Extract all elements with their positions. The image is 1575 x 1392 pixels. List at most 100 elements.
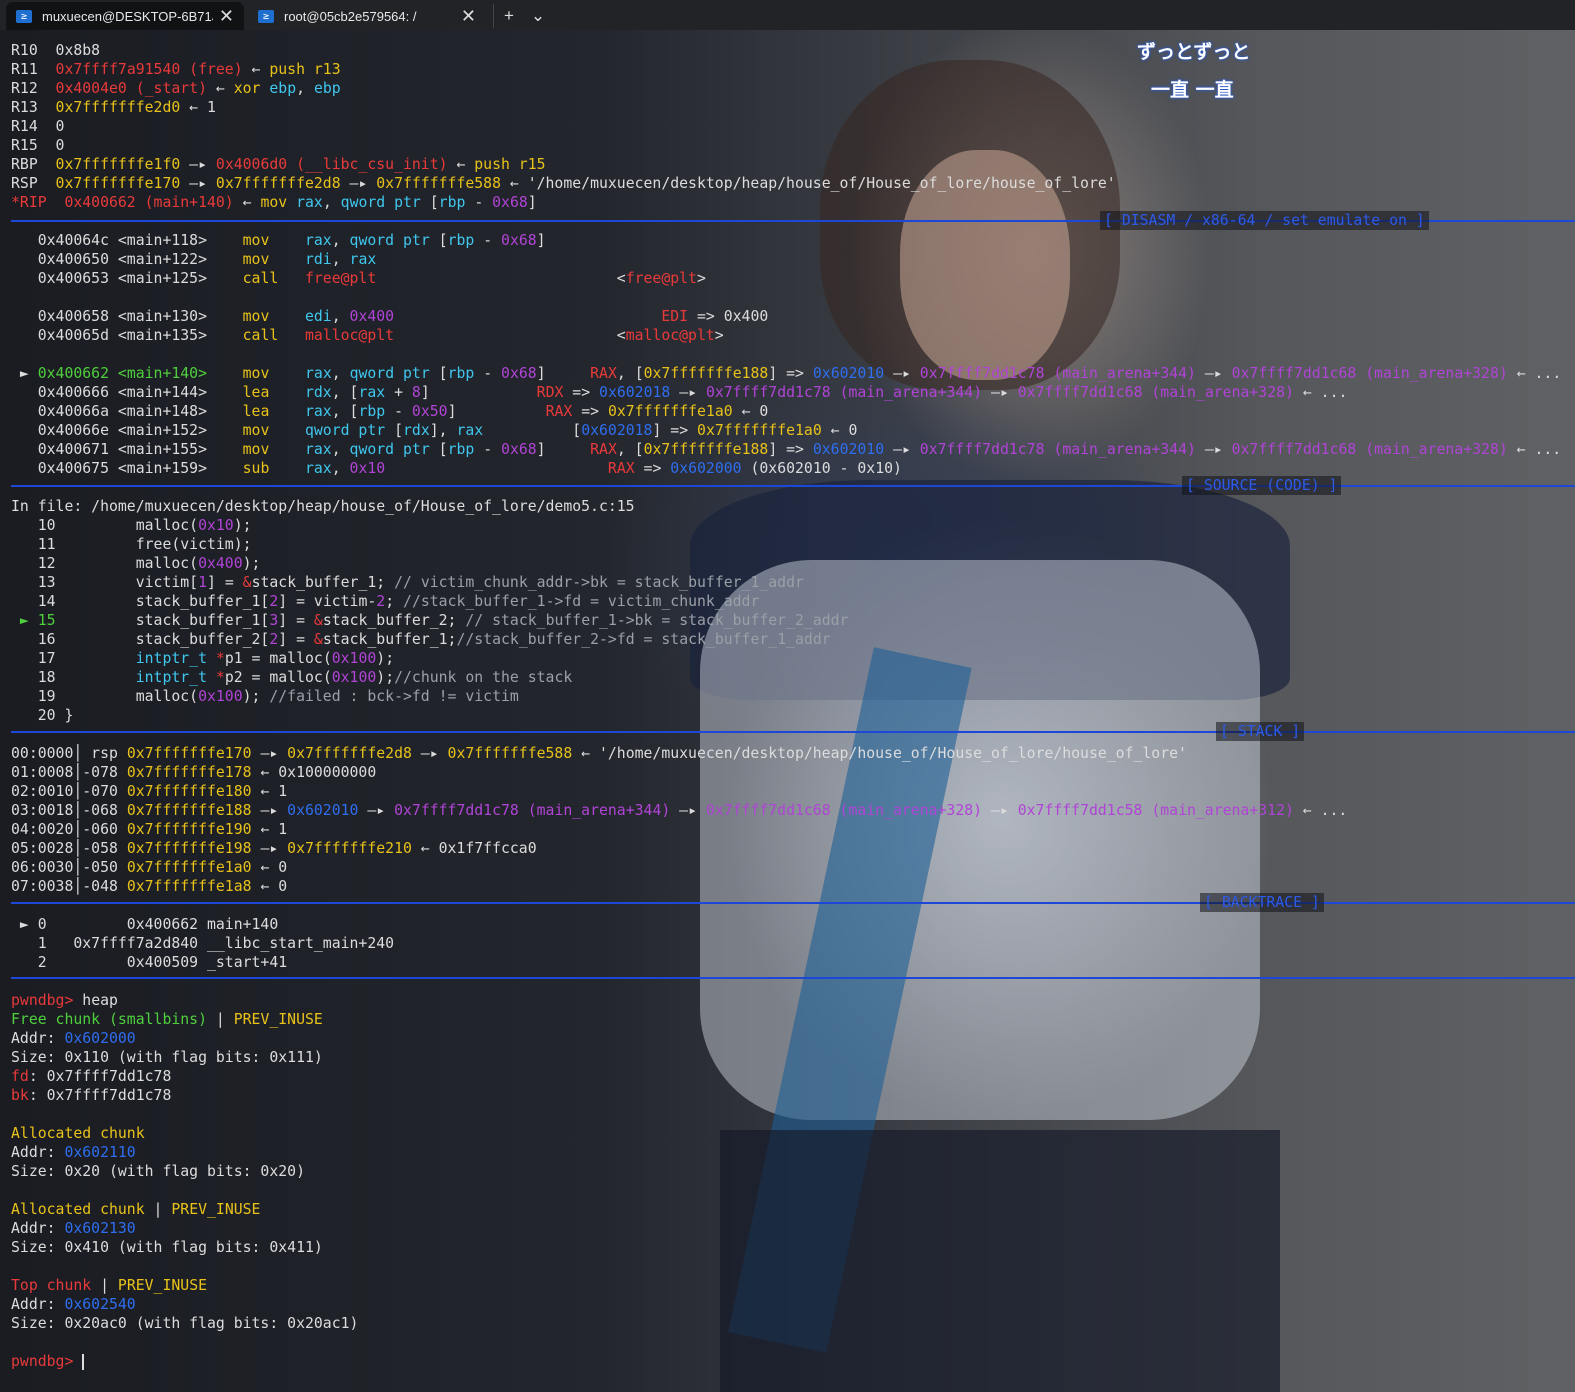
line-segment: 0x7fffffffe188 (643, 441, 769, 458)
terminal-line: 02:0010│-070 0x7fffffffe180 ← 1 (11, 782, 1561, 801)
line-segment: qword ptr (349, 232, 439, 249)
line-segment: rax (304, 403, 332, 420)
line-segment: [ (429, 194, 439, 211)
line-segment (394, 308, 661, 325)
line-segment: 0x50 (411, 403, 448, 420)
line-segment: ← 0x100000000 (251, 764, 377, 781)
terminal-line: Allocated chunk | PREV_INUSE (11, 1200, 1561, 1219)
line-segment: 02:0010│-070 (11, 783, 127, 800)
line-segment: 05:0028│-058 (11, 840, 127, 857)
line-segment: rbp (447, 441, 475, 458)
line-segment: ← ... (1293, 384, 1348, 401)
line-segment: 0x40065d <main+135> (11, 327, 243, 344)
terminal-line: 06:0030│-050 0x7fffffffe1a0 ← 0 (11, 858, 1561, 877)
line-segment: 0x68 (501, 232, 537, 249)
close-icon[interactable]: ✕ (461, 6, 476, 27)
line-segment: : 0x7ffff7dd1c78 (28, 1068, 172, 1085)
line-segment: - (465, 194, 493, 211)
line-segment: 0x7ffff7dd1c58 (main_arena+312) (1017, 802, 1294, 819)
tab-muxuecen[interactable]: ≥ muxuecen@DESKTOP-6B71JP ✕ (6, 2, 244, 30)
line-segment: 11 free(victim); (11, 536, 252, 553)
line-segment: // stack_buffer_1->bk = stack_buffer_2_a… (465, 612, 849, 629)
tab-root[interactable]: ≥ root@05cb2e579564: / ✕ (248, 2, 486, 30)
line-segment: push r15 (474, 156, 546, 173)
terminal-content[interactable]: ずっとずっと 一直 一直 R10 0x8b8 R11 0x7ffff7a91540… (0, 30, 1575, 1392)
line-segment: bk (11, 1087, 29, 1104)
line-segment: RAX (590, 365, 617, 382)
section-header-disasm: [ DISASM / x86-64 / set emulate on ] (1100, 211, 1429, 230)
line-segment: rax (304, 460, 332, 477)
terminal-output: R10 0x8b8 R11 0x7ffff7a91540 (free) ← pus… (11, 41, 1561, 1371)
terminal-line: R14 0 (11, 117, 1561, 136)
line-segment: 0x602000 (64, 1030, 136, 1047)
terminal-line: Addr: 0x602110 (11, 1143, 1561, 1162)
line-segment: (0x602010 - 0x10) (741, 460, 902, 477)
line-segment: 0x7fffffffe2d8 (287, 745, 412, 762)
tab-dropdown-button[interactable]: ⌄ (524, 4, 552, 28)
line-segment: | (207, 1011, 234, 1028)
terminal-window: ≥ muxuecen@DESKTOP-6B71JP ✕ ≥ root@05cb2… (0, 0, 1575, 1392)
line-segment: Addr: (11, 1144, 65, 1161)
line-segment: [ (438, 441, 448, 458)
terminal-line: fd: 0x7ffff7dd1c78 (11, 1067, 1561, 1086)
line-segment: 0x4004e0 (_start) (55, 80, 207, 97)
line-segment: 19 malloc( (11, 688, 199, 705)
line-segment: 0x7ffff7dd1c78 (main_arena+344) (919, 365, 1196, 382)
line-segment: rax (349, 251, 377, 268)
line-segment: Size: 0x20 (with flag bits: 0x20) (11, 1163, 305, 1180)
line-segment: RAX (607, 460, 635, 477)
line-segment: => (563, 384, 600, 401)
line-segment: 0x602110 (64, 1144, 136, 1161)
terminal-line: Free chunk (smallbins) | PREV_INUSE (11, 1010, 1561, 1029)
line-segment: xor (233, 80, 270, 97)
line-segment: + (385, 384, 412, 401)
terminal-line: pwndbg> (11, 1352, 1561, 1371)
line-segment: [ (438, 365, 448, 382)
new-tab-button[interactable]: + (493, 4, 524, 28)
line-segment: 04:0020│-060 (11, 821, 127, 838)
line-segment: 0x68 (492, 194, 528, 211)
line-segment: stack_buffer_2; (322, 612, 466, 629)
line-segment: R11 (11, 61, 56, 78)
line-segment: | (144, 1201, 172, 1218)
line-segment: *RIP (11, 194, 65, 211)
line-segment: => 0x400 (688, 308, 769, 325)
line-segment: 0x400666 <main+144> (11, 384, 243, 401)
line-segment: - (474, 441, 502, 458)
line-segment: PREV_INUSE (171, 1201, 261, 1218)
line-segment: 0x40066e <main+152> (11, 422, 243, 439)
separator-end (11, 977, 1575, 979)
line-segment: //stack_buffer_2->fd = stack_buffer_1_ad… (456, 631, 831, 648)
line-segment: rdx (304, 384, 332, 401)
line-segment: —▸ (982, 802, 1018, 819)
line-segment: , [ (616, 365, 644, 382)
terminal-line: 18 intptr_t *p2 = malloc(0x100);//chunk … (11, 668, 1561, 687)
line-segment: RAX (545, 403, 573, 420)
line-segment: pwndbg> (11, 1353, 83, 1370)
line-segment: 0x602018 (581, 422, 653, 439)
line-segment: , (331, 441, 350, 458)
line-segment: ] = (207, 574, 243, 591)
line-segment: rbp (447, 232, 475, 249)
terminal-line: RSP 0x7fffffffe170 —▸ 0x7fffffffe2d8 —▸ … (11, 174, 1561, 193)
line-segment: 17 (11, 650, 136, 667)
line-segment: 0x602540 (64, 1296, 136, 1313)
line-segment: —▸ (884, 441, 920, 458)
line-segment: —▸ (180, 156, 216, 173)
section-header-stack: [ STACK ] (1216, 722, 1305, 741)
terminal-line: 0x40066a <main+148> lea rax, [rbp - 0x50… (11, 402, 1561, 421)
line-segment: call (242, 270, 305, 287)
line-segment: ← 0 (821, 422, 858, 439)
terminal-line: R12 0x4004e0 (_start) ← xor ebp, ebp (11, 79, 1561, 98)
line-segment: 0x7ffff7dd1c78 (main_arena+344) (919, 441, 1196, 458)
line-segment: ← 0 (251, 859, 288, 876)
line-segment: ← ... (1293, 802, 1348, 819)
line-segment: ► 0 0x400662 main+140 (11, 916, 279, 933)
terminal-line: 0x400653 <main+125> call free@plt <free@… (11, 269, 1561, 288)
line-segment: 0x4006d0 (__libc_csu_init) (215, 156, 448, 173)
close-icon[interactable]: ✕ (219, 6, 234, 27)
line-segment: ] (420, 384, 537, 401)
line-segment: 0x7fffffffe188 (643, 365, 769, 382)
line-segment: Free chunk (smallbins) (11, 1011, 207, 1028)
